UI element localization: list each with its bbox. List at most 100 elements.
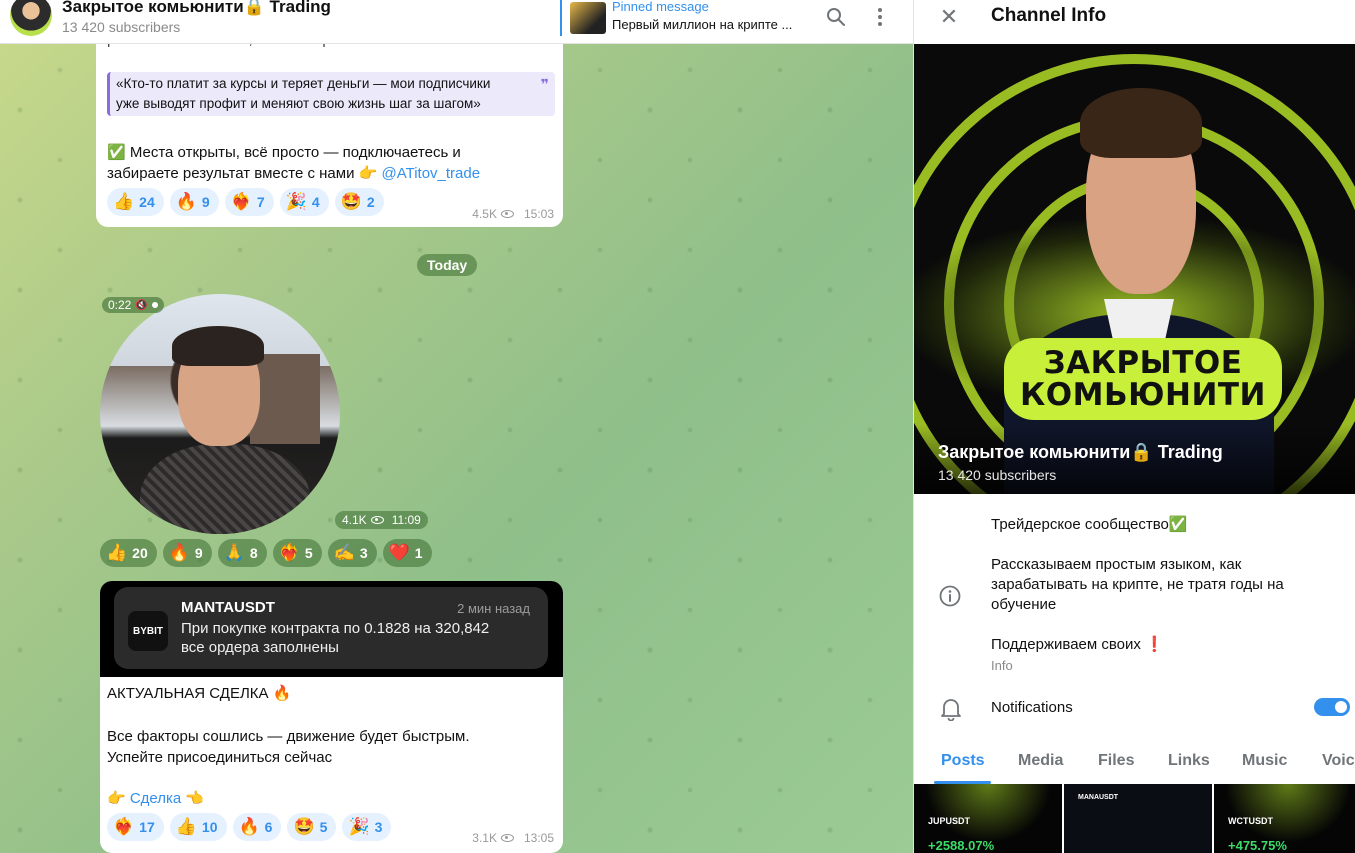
subscriber-count: 13 420 subscribers xyxy=(62,19,181,35)
reaction-count: 10 xyxy=(201,819,218,835)
reaction-count: 24 xyxy=(139,194,155,210)
deal-reactions-row: ❤️‍🔥 17 👍 10 🔥 6 🤩 5 🎉 3 xyxy=(107,813,392,841)
cover-channel-name: Закрытое комьюнити🔒 Trading xyxy=(938,442,1223,462)
reaction-emoji: 🎉 xyxy=(285,192,307,211)
reaction-party[interactable]: 🎉 3 xyxy=(342,813,392,841)
channel-cover-image[interactable]: ЗАКРЫТОЕ КОМЬЮНИТИ Закрытое комьюнити🔒 T… xyxy=(914,44,1355,494)
deal-body-2: Успейте присоединиться сейчас xyxy=(107,749,333,766)
thumbnail-percent: +475.75% xyxy=(1228,838,1287,853)
video-timer: 0:22 🔇 xyxy=(102,297,164,313)
search-icon[interactable] xyxy=(823,4,849,30)
message-line-2: забираете результат вместе с нами 👉 @ATi… xyxy=(107,163,480,184)
pinned-label: Pinned message xyxy=(612,0,709,14)
eye-icon xyxy=(500,834,514,842)
panel-header: ✕ Channel Info xyxy=(914,0,1355,44)
quote-line-2: уже выводят профит и меняют свою жизнь ш… xyxy=(116,96,481,111)
chat-area: работе в пенимании, что и как работает «… xyxy=(0,0,913,853)
notifications-toggle[interactable] xyxy=(1314,698,1350,716)
message-time: 11:09 xyxy=(391,513,421,527)
reaction-heart-fire[interactable]: ❤️‍🔥 5 xyxy=(272,539,322,567)
reaction-emoji: 🤩 xyxy=(340,192,362,211)
video-background-building xyxy=(250,354,320,444)
tab-voice[interactable]: Voice xyxy=(1322,752,1355,770)
reaction-emoji: ✍️ xyxy=(333,543,355,562)
thumbnail-symbol: MANAUSDT xyxy=(1078,794,1119,801)
reaction-emoji: ❤️‍🔥 xyxy=(113,817,135,836)
muted-speaker-icon[interactable]: 🔇 xyxy=(135,300,147,311)
reaction-count: 3 xyxy=(359,545,368,561)
thumbnail-symbol: WCTUSDT xyxy=(1228,816,1273,826)
reaction-heart-fire[interactable]: ❤️‍🔥 17 xyxy=(107,813,164,841)
reaction-heart[interactable]: ❤️ 1 xyxy=(382,539,432,567)
info-line-3: зарабатывать на крипте, не тратя годы на xyxy=(991,576,1284,593)
message-time: 15:03 xyxy=(523,207,554,221)
reaction-fire[interactable]: 🔥 9 xyxy=(169,188,219,216)
round-video-message[interactable] xyxy=(100,294,340,534)
card-body-line-2: все ордера заполнены xyxy=(181,639,339,656)
reaction-count: 1 xyxy=(414,545,423,561)
channel-info-panel: ✕ Channel Info ЗАКРЫТОЕ КОМЬЮНИТИ Закрыт… xyxy=(913,0,1355,853)
deal-heading: АКТУАЛЬНАЯ СДЕЛКА 🔥 xyxy=(107,685,292,702)
reaction-emoji: ❤️‍🔥 xyxy=(278,543,300,562)
card-body-line-1: При покупке контракта по 0.1828 на 320,8… xyxy=(181,620,490,637)
chat-header: Закрытое комьюнити🔒 Trading 13 420 subsc… xyxy=(0,0,913,44)
reaction-like[interactable]: 👍 24 xyxy=(107,188,164,216)
quote-line-1: «Кто-то платит за курсы и теряет деньги … xyxy=(116,76,491,91)
close-icon[interactable]: ✕ xyxy=(936,4,962,30)
info-line-4: обучение xyxy=(991,596,1057,613)
reaction-count: 2 xyxy=(366,194,375,210)
pinned-message[interactable]: Pinned message Первый миллион на крипте … xyxy=(560,0,792,36)
thumbnail-percent: +2588.07% xyxy=(928,838,995,853)
reaction-emoji: 👍 xyxy=(175,817,197,836)
reaction-fire[interactable]: 🔥 9 xyxy=(162,539,212,567)
tab-media[interactable]: Media xyxy=(1018,752,1063,770)
quote-mark-icon: ❞ xyxy=(540,76,549,92)
deal-link[interactable]: 👉 Сделка 👈 xyxy=(107,788,204,809)
message-time: 13:05 xyxy=(523,831,554,845)
pinned-text: Первый миллион на крипте ... xyxy=(612,17,793,32)
reaction-like[interactable]: 👍 10 xyxy=(169,813,227,841)
reaction-emoji: ❤️ xyxy=(388,543,410,562)
cover-hair xyxy=(1080,88,1202,158)
cover-line-2: КОМЬЮНИТИ xyxy=(1019,377,1267,413)
reactions-row: 👍 24 🔥 9 ❤️‍🔥 7 🎉 4 🤩 2 xyxy=(107,188,384,216)
deal-body-1: Все факторы сошлись — движение будет быс… xyxy=(107,728,470,745)
tab-music[interactable]: Music xyxy=(1242,752,1287,770)
reaction-count: 5 xyxy=(319,819,328,835)
tab-files[interactable]: Files xyxy=(1098,752,1134,770)
message-quote: «Кто-то платит за курсы и теряет деньги … xyxy=(107,72,555,116)
reaction-emoji: 👍 xyxy=(113,192,135,211)
reaction-count: 6 xyxy=(264,819,273,835)
message-meta: 3.1K 13:05 xyxy=(472,831,554,845)
video-meta: 4.1K 11:09 xyxy=(335,511,428,529)
more-options-icon[interactable] xyxy=(867,4,893,30)
post-thumbnail[interactable]: MANAUSDT xyxy=(1064,784,1212,853)
reaction-emoji: 🔥 xyxy=(168,543,190,562)
video-person-hair xyxy=(172,326,264,366)
channel-link[interactable]: @ATitov_trade xyxy=(381,165,480,182)
message-meta: 4.5K 15:03 xyxy=(472,207,554,221)
tab-posts[interactable]: Posts xyxy=(941,752,985,770)
info-icon xyxy=(939,585,961,612)
cover-badge: ЗАКРЫТОЕ КОМЬЮНИТИ xyxy=(1004,338,1282,420)
reaction-party[interactable]: 🎉 4 xyxy=(279,188,329,216)
reaction-star-eyes[interactable]: 🤩 5 xyxy=(287,813,337,841)
reaction-writing-hand[interactable]: ✍️ 3 xyxy=(327,539,377,567)
reaction-count: 8 xyxy=(249,545,258,561)
reaction-star-eyes[interactable]: 🤩 2 xyxy=(334,188,384,216)
channel-avatar[interactable] xyxy=(10,0,52,36)
reaction-like[interactable]: 👍 20 xyxy=(100,539,157,567)
reaction-heart-fire[interactable]: ❤️‍🔥 7 xyxy=(224,188,274,216)
post-thumbnail[interactable]: WCTUSDT +475.75% xyxy=(1214,784,1355,853)
post-thumbnail[interactable]: JUPUSDT +2588.07% xyxy=(914,784,1062,853)
reaction-fire[interactable]: 🔥 6 xyxy=(232,813,282,841)
notification-card: BYBIT MANTAUSDT 2 мин назад При покупке … xyxy=(114,587,548,669)
tab-links[interactable]: Links xyxy=(1168,752,1210,770)
reaction-emoji: 🔥 xyxy=(175,192,197,211)
video-person-coat xyxy=(140,444,310,534)
reaction-emoji: 🎉 xyxy=(348,817,370,836)
info-line-5: Поддерживаем своих ❗ xyxy=(991,636,1164,653)
deal-screenshot[interactable]: BYBIT MANTAUSDT 2 мин назад При покупке … xyxy=(100,581,563,677)
reaction-pray[interactable]: 🙏 8 xyxy=(217,539,267,567)
channel-title[interactable]: Закрытое комьюнити🔒 Trading xyxy=(62,0,331,17)
